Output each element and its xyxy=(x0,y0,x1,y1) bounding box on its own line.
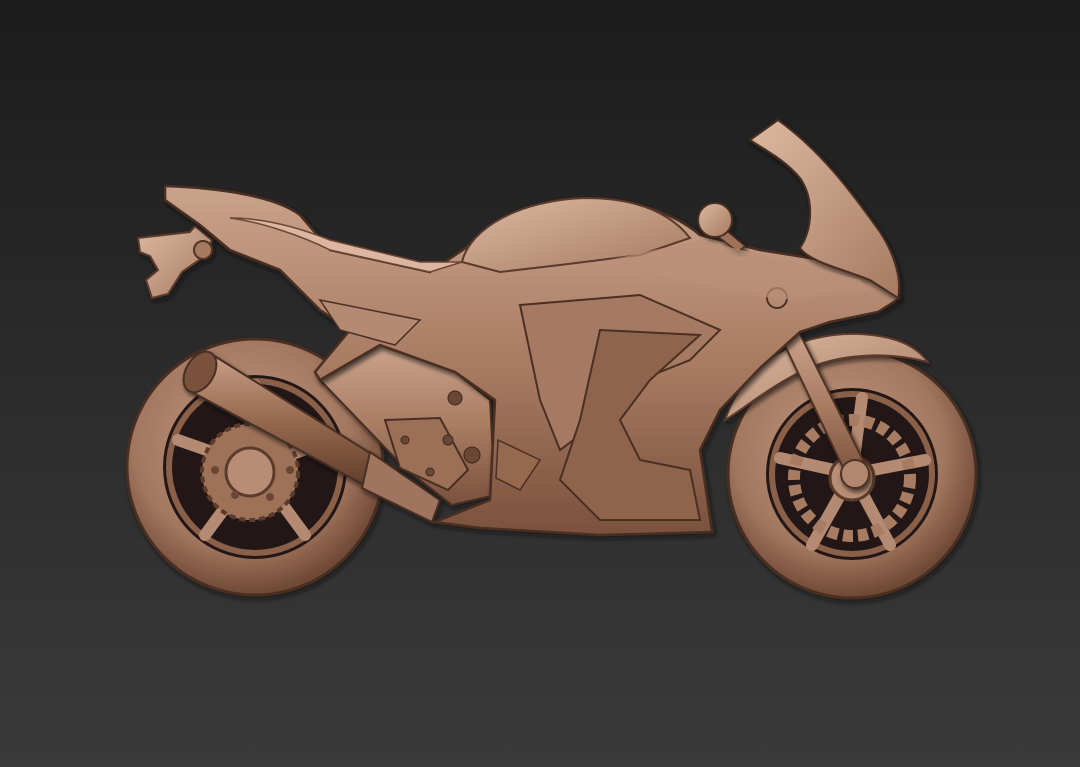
motorcycle-relief-model xyxy=(125,118,978,600)
render-viewport xyxy=(0,0,1080,767)
tail-bracket xyxy=(136,224,214,300)
